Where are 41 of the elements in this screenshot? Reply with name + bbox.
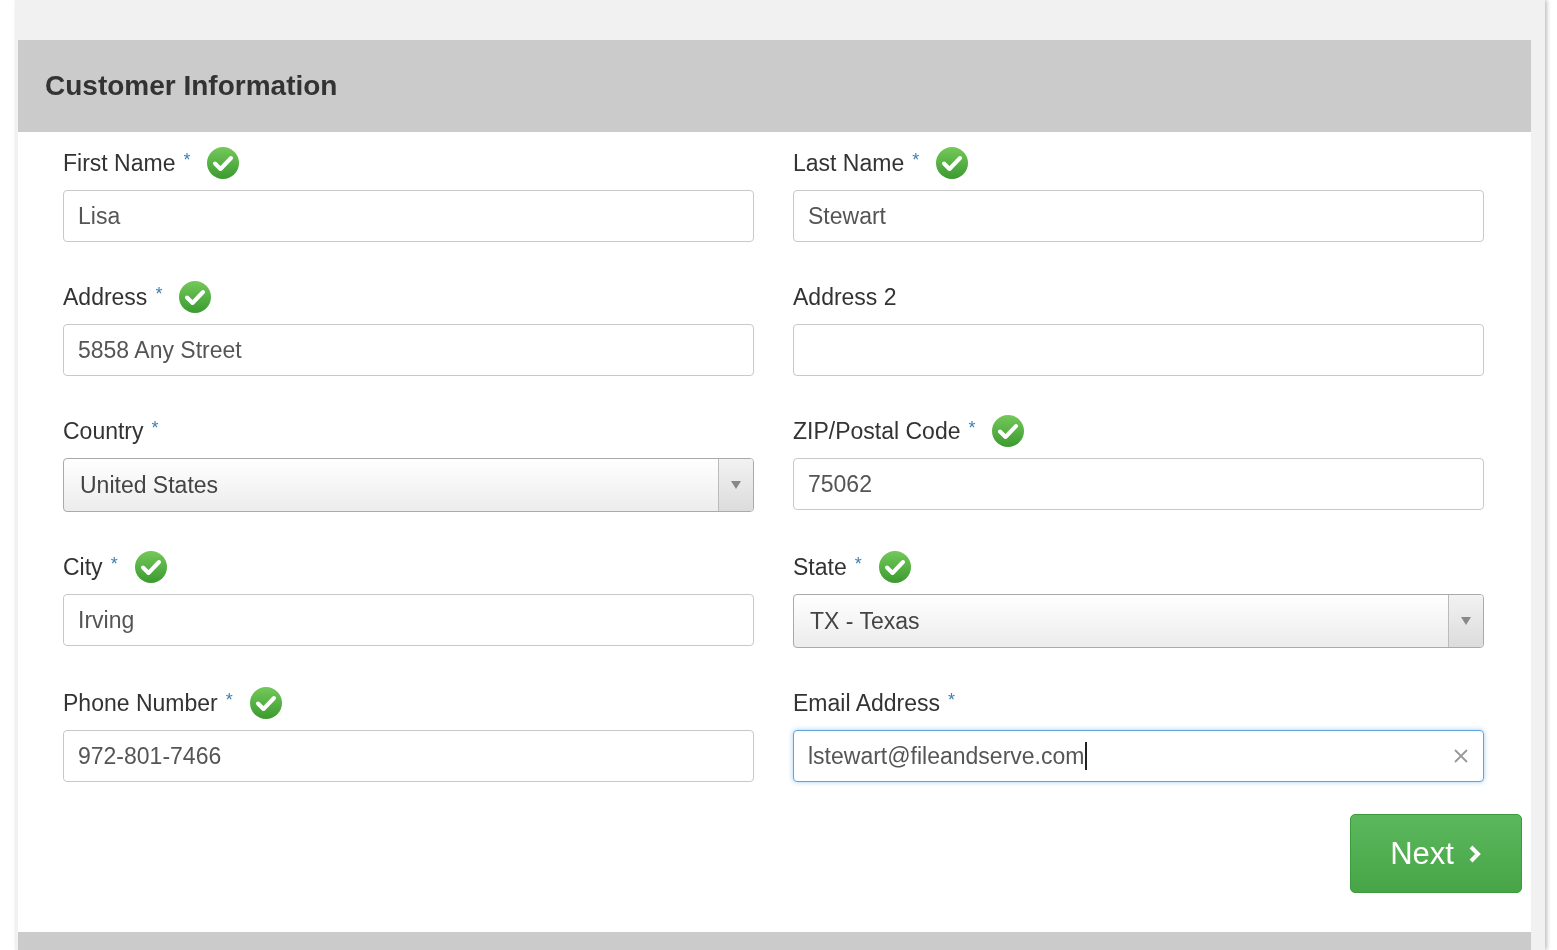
chevron-icon [1467,843,1482,864]
field-label: ZIP/Postal Code [793,417,961,445]
input-field[interactable]: Irving [63,594,754,646]
check-icon [206,146,241,180]
field-label: State [793,553,847,581]
input-field[interactable]: 75062 [793,458,1484,510]
field-label: First Name [63,149,176,177]
check-icon [133,550,168,584]
check-icon [178,280,213,314]
clear-icon[interactable] [1453,748,1469,764]
required-mark: * [151,418,159,439]
field-label: City [63,553,103,581]
required-mark: * [854,554,862,575]
check-icon [248,686,283,720]
dropdown[interactable]: United States [63,458,754,512]
field-label: Phone Number [63,689,218,717]
caret-icon [1461,617,1471,625]
required-mark: * [155,284,163,305]
input-field[interactable]: 5858 Any Street [63,324,754,376]
required-mark: * [183,150,191,171]
required-mark: * [948,690,956,711]
field-label: Country [63,417,144,445]
input-field[interactable]: lstewart@fileandserve.com [793,730,1484,782]
required-mark: * [912,150,920,171]
panel-title: Customer Information [45,70,338,102]
input-field[interactable]: Stewart [793,190,1484,242]
input-field[interactable]: 972-801-7466 [63,730,754,782]
input-field[interactable]: Lisa [63,190,754,242]
field-label: Last Name [793,149,905,177]
caret-icon [731,481,741,489]
check-icon [935,146,970,180]
required-mark: * [225,690,233,711]
field-label: Address 2 [793,283,897,311]
required-mark: * [110,554,118,575]
field-label: Email Address [793,689,940,717]
check-icon [991,414,1026,448]
input-field[interactable] [793,324,1484,376]
field-label: Address [63,283,148,311]
required-mark: * [968,418,976,439]
check-icon [877,550,912,584]
dropdown[interactable]: TX - Texas [793,594,1484,648]
